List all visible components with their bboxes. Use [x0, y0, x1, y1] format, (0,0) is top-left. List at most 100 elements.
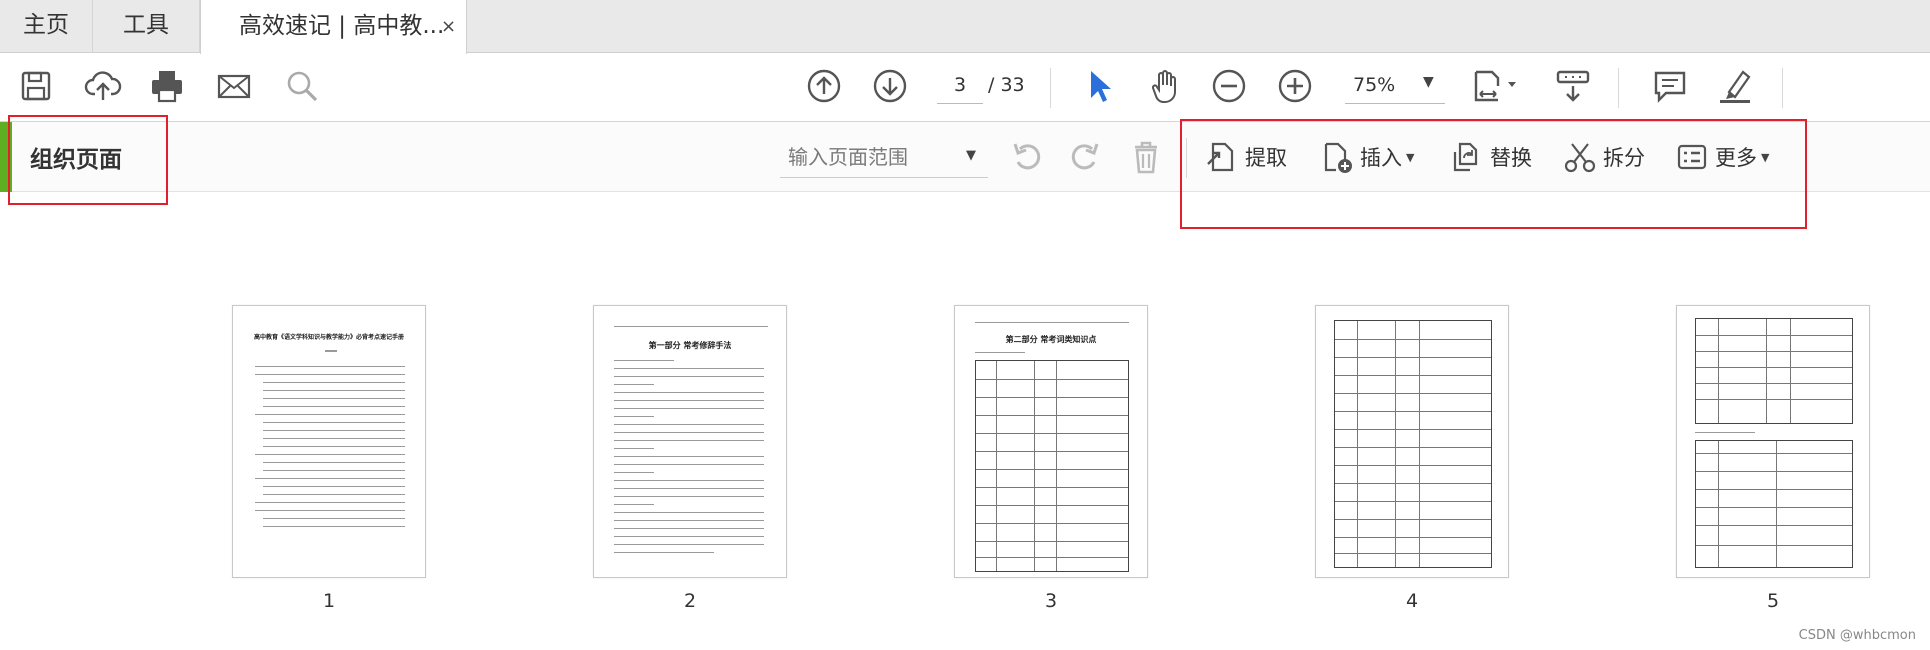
chevron-down-icon[interactable]: ▼: [966, 148, 976, 163]
page-text-line: [614, 408, 764, 409]
annotation-box-title: [8, 115, 168, 205]
print-icon[interactable]: [147, 66, 187, 106]
page-text-line: [325, 350, 337, 352]
page-text-line: [614, 400, 764, 401]
email-icon[interactable]: [214, 66, 254, 106]
scroll-mode-icon[interactable]: [1553, 66, 1593, 106]
page-text-line: [614, 528, 764, 529]
page-text-line: [263, 382, 405, 383]
page-text-line: [263, 486, 405, 487]
page-header-rule: [614, 326, 768, 327]
page-text-line: [263, 422, 405, 423]
tab-tools[interactable]: 工具: [92, 0, 200, 53]
page-total: / 33: [988, 74, 1025, 96]
table-row: [1335, 447, 1491, 448]
page-text-line: [614, 472, 654, 473]
page-number-input[interactable]: [937, 66, 983, 104]
fit-page-icon[interactable]: [1470, 66, 1524, 106]
page-thumbnail-3[interactable]: 第二部分 常考词类知识点: [954, 305, 1148, 578]
table-row: [976, 397, 1128, 398]
highlight-pen-icon[interactable]: [1715, 66, 1755, 106]
zoom-select[interactable]: 75% ▼: [1345, 66, 1445, 104]
page-text-line: [614, 448, 654, 449]
page-text-line: [614, 416, 654, 417]
table-row: [1335, 339, 1491, 340]
hand-icon[interactable]: [1144, 66, 1184, 106]
table-row: [1335, 393, 1491, 394]
page-text-line: [263, 446, 405, 447]
page-range-select[interactable]: ▼: [780, 136, 988, 178]
page-text-line: [1695, 432, 1755, 433]
page-number-label: 2: [683, 590, 697, 612]
page-thumbnail-1[interactable]: 高中教育《语文学科知识与教学能力》必背考点速记手册: [232, 305, 426, 578]
page-text-line: [614, 368, 764, 369]
table-row: [976, 505, 1128, 506]
zoom-out-icon[interactable]: [1209, 66, 1249, 106]
page-text-line: [614, 480, 764, 481]
table-col: [996, 361, 997, 571]
table-row: [976, 433, 1128, 434]
cloud-upload-icon[interactable]: [83, 66, 123, 106]
save-icon[interactable]: [16, 66, 56, 106]
table-row: [1696, 367, 1852, 368]
table-row: [976, 541, 1128, 542]
table-col: [1056, 361, 1057, 571]
select-pointer-icon[interactable]: [1080, 66, 1120, 106]
table-row: [1696, 471, 1852, 472]
page-range-input[interactable]: [788, 142, 948, 172]
table-row: [1335, 483, 1491, 484]
table-row: [1335, 357, 1491, 358]
page-heading: 第一部分 常考修辞手法: [648, 341, 732, 350]
close-icon[interactable]: ×: [441, 0, 456, 53]
page-table: [1695, 440, 1853, 568]
page-number-label: 1: [322, 590, 336, 612]
page-text-line: [614, 360, 674, 361]
page-text-line: [263, 518, 405, 519]
page-thumbnail-5[interactable]: [1676, 305, 1870, 578]
page-heading: 第二部分 常考词类知识点: [1005, 335, 1097, 344]
zoom-in-icon[interactable]: [1275, 66, 1315, 106]
annotation-box-tools: [1180, 119, 1807, 229]
previous-page-icon[interactable]: [804, 66, 844, 106]
redo-icon[interactable]: [1066, 138, 1104, 176]
page-text-line: [263, 470, 405, 471]
page-text-line: [614, 440, 764, 441]
toolbar-divider: [1782, 68, 1783, 108]
next-page-icon[interactable]: [870, 66, 910, 106]
page-table: [1334, 320, 1492, 568]
table-row: [976, 523, 1128, 524]
page-text-line: [614, 552, 714, 553]
toolbar-divider: [1618, 68, 1619, 108]
page-text-line: [263, 430, 405, 431]
page-text-line: [255, 502, 405, 503]
table-row: [1335, 501, 1491, 502]
trash-icon[interactable]: [1127, 138, 1165, 176]
page-text-line: [263, 438, 405, 439]
chevron-down-icon: ▼: [1423, 74, 1434, 90]
page-header-rule: [975, 322, 1129, 323]
comment-icon[interactable]: [1650, 66, 1690, 106]
page-number-label: 5: [1766, 590, 1780, 612]
page-text-line: [263, 462, 405, 463]
page-thumbnail-4[interactable]: [1315, 305, 1509, 578]
table-row: [1696, 351, 1852, 352]
search-icon[interactable]: [282, 66, 322, 106]
table-col: [1718, 441, 1719, 567]
table-row: [1335, 465, 1491, 466]
table-row: [976, 469, 1128, 470]
page-text-line: [255, 414, 405, 415]
page-text-line: [255, 454, 405, 455]
tab-home[interactable]: 主页: [0, 0, 92, 53]
page-text-line: [614, 544, 764, 545]
table-row: [1335, 537, 1491, 538]
table-row: [1335, 429, 1491, 430]
table-row: [1696, 453, 1852, 454]
tab-document[interactable]: 高效速记 | 高中教... ×: [200, 0, 467, 54]
undo-icon[interactable]: [1008, 138, 1046, 176]
page-table: [1695, 318, 1853, 424]
page-thumbnail-2[interactable]: 第一部分 常考修辞手法: [593, 305, 787, 578]
table-row: [1696, 383, 1852, 384]
toolbar-divider: [1050, 68, 1051, 108]
table-row: [1696, 507, 1852, 508]
page-text-line: [614, 536, 764, 537]
